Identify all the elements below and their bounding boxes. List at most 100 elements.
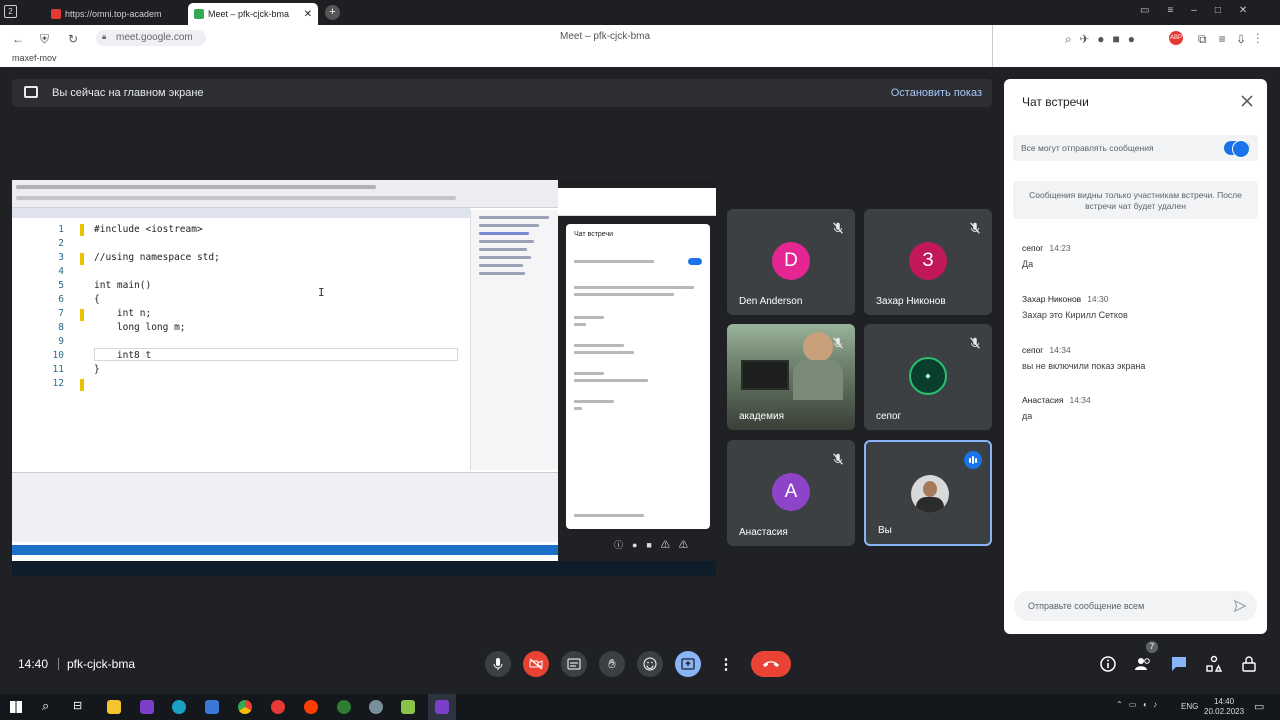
line-number: 2 xyxy=(58,238,64,249)
self-tile[interactable]: Вы xyxy=(864,440,992,546)
inner-text-line xyxy=(574,260,654,263)
participant-tile[interactable]: академия xyxy=(727,324,855,430)
keyboard-language[interactable]: ENG xyxy=(1181,702,1198,711)
back-icon[interactable]: ← xyxy=(12,32,24,46)
search-icon[interactable]: ⌕ xyxy=(42,698,49,714)
mic-off-icon xyxy=(833,453,843,465)
tray-icons[interactable]: ⌃▭◖♪ xyxy=(1116,700,1163,709)
people-icon[interactable] xyxy=(1134,655,1152,673)
info-icon[interactable] xyxy=(1099,655,1117,673)
tree-row xyxy=(479,224,539,227)
tab-count-badge[interactable]: 2 xyxy=(4,5,17,18)
close-icon[interactable] xyxy=(1239,93,1255,109)
inner-text-line xyxy=(574,372,604,375)
host-controls-icon[interactable] xyxy=(1240,655,1258,673)
more-options-button[interactable]: ⋮ xyxy=(713,651,739,677)
message-text: вы не включили показ экрана xyxy=(1022,361,1146,371)
browser-extensions: ⌕✈●■● ABP ⧉≡⇩⋮ xyxy=(992,25,1280,67)
raise-hand-button[interactable]: ✋︎ xyxy=(599,651,625,677)
bookmark-item[interactable]: maxef-mov xyxy=(12,53,57,63)
new-tab-icon[interactable]: + xyxy=(325,5,340,20)
presenting-banner: Вы сейчас на главном экране Остановить п… xyxy=(12,79,992,107)
change-marker xyxy=(80,253,84,265)
message-header: Анастасия 14:34 xyxy=(1022,395,1091,405)
stop-presenting-button[interactable]: Остановить показ xyxy=(891,87,982,99)
code-editor[interactable]: 1 #include <iostream> 2 3 //using namesp… xyxy=(12,220,464,468)
app-icon[interactable] xyxy=(369,700,383,714)
reload-icon[interactable]: ↻ xyxy=(68,32,78,46)
url-field[interactable]: 🔒︎ meet.google.com xyxy=(96,30,206,46)
menu-icon[interactable]: ⧉≡⇩⋮ xyxy=(1198,32,1271,47)
visual-studio-active-icon[interactable] xyxy=(435,700,449,714)
taskbar-date[interactable]: 20.02.2023 xyxy=(1204,707,1244,716)
current-line-highlight xyxy=(94,348,458,361)
yandex-browser-icon[interactable] xyxy=(304,700,318,714)
camera-off-icon xyxy=(529,658,543,670)
page-title: Meet – pfk-cjck-bma xyxy=(560,31,651,42)
participant-name: академия xyxy=(739,411,784,422)
code-line: #include <iostream> xyxy=(94,224,203,235)
browser-icon[interactable] xyxy=(172,700,186,714)
allow-messages-label: Все могут отправлять сообщения xyxy=(1021,143,1154,153)
visual-studio-icon[interactable] xyxy=(140,700,154,714)
message-time: 14:23 xyxy=(1049,243,1071,253)
tree-row xyxy=(479,264,523,267)
tab-label: https://omni.top-academ xyxy=(65,9,162,19)
code-line: int main() xyxy=(94,280,152,291)
participant-tile[interactable]: ◆ сепог xyxy=(864,324,992,430)
chrome-icon[interactable] xyxy=(238,700,252,714)
participant-tile[interactable]: З Захар Никонов xyxy=(864,209,992,315)
code-line: int n; xyxy=(94,308,152,319)
camera-button[interactable] xyxy=(523,651,549,677)
inner-input-line xyxy=(574,514,644,517)
yandex-icon[interactable] xyxy=(271,700,285,714)
chat-input[interactable]: Отправьте сообщение всем xyxy=(1014,591,1257,621)
meet-favicon-icon xyxy=(194,9,204,19)
notepad-icon[interactable] xyxy=(401,700,415,714)
captions-button[interactable] xyxy=(561,651,587,677)
shield-icon[interactable]: ⛨ xyxy=(40,32,49,47)
tab-omni[interactable]: https://omni.top-academ xyxy=(45,3,180,25)
inner-tab-strip xyxy=(558,180,716,188)
notifications-icon[interactable]: ▭ xyxy=(1254,700,1264,713)
inner-toggle-icon xyxy=(688,258,702,265)
adblock-icon[interactable]: ABP xyxy=(1169,31,1183,45)
windows-start-icon[interactable] xyxy=(10,701,22,713)
avatar xyxy=(911,475,949,513)
store-icon[interactable] xyxy=(205,700,219,714)
app-icon[interactable] xyxy=(337,700,351,714)
inner-text-line xyxy=(574,286,694,289)
file-explorer-icon[interactable] xyxy=(107,700,121,714)
address-bar: ← ⛨ ↻ 🔒︎ meet.google.com Meet – pfk-cjck… xyxy=(0,25,992,67)
activities-icon[interactable] xyxy=(1205,655,1223,673)
lock-icon: 🔒︎ xyxy=(102,32,107,41)
task-view-icon[interactable]: ⊟ xyxy=(73,699,82,712)
present-button[interactable] xyxy=(675,651,701,677)
browser-tab-bar: 2 https://omni.top-academ Meet – pfk-cjc… xyxy=(0,0,1280,25)
allow-messages-toggle[interactable] xyxy=(1224,140,1250,158)
extension-icons[interactable]: ⌕✈●■● xyxy=(1065,32,1143,47)
tab-meet[interactable]: Meet – pfk-cjck-bma ✕ xyxy=(188,3,318,25)
avatar-logo: ◆ xyxy=(909,357,947,395)
line-number: 7 xyxy=(58,308,64,319)
chat-notice: Сообщения видны только участникам встреч… xyxy=(1013,181,1258,219)
reactions-button[interactable] xyxy=(637,651,663,677)
chat-icon[interactable] xyxy=(1170,655,1188,673)
inner-text-line xyxy=(574,379,648,382)
participant-tile[interactable]: A Анастасия xyxy=(727,440,855,546)
message-time: 14:34 xyxy=(1069,395,1091,405)
window-controls[interactable]: ▭≡–□✕ xyxy=(1140,5,1265,16)
send-icon[interactable] xyxy=(1233,599,1247,613)
leave-call-button[interactable] xyxy=(751,651,791,677)
taskbar-time[interactable]: 14:40 xyxy=(1214,697,1234,706)
message-text: Да xyxy=(1022,259,1034,269)
close-tab-icon[interactable]: ✕ xyxy=(304,9,312,20)
participant-name: Вы xyxy=(878,525,892,536)
inner-text-line xyxy=(574,400,614,403)
participant-name: Захар Никонов xyxy=(876,296,946,307)
line-number: 9 xyxy=(58,336,64,347)
microphone-button[interactable] xyxy=(485,651,511,677)
solution-explorer xyxy=(470,210,558,470)
hand-icon: ✋︎ xyxy=(608,656,616,671)
participant-tile[interactable]: D Den Anderson xyxy=(727,209,855,315)
